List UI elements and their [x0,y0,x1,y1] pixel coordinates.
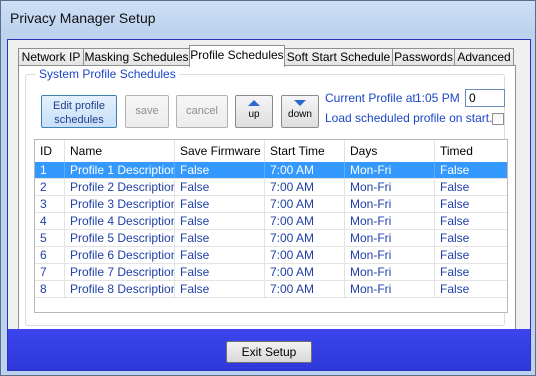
column-header-start-time[interactable]: Start Time [265,140,345,162]
cell-name: Profile 4 Description [65,213,175,229]
cell-days: Mon-Fri [345,281,435,297]
cell-id: 5 [35,230,65,246]
tab-profile-schedules[interactable]: Profile Schedules [189,45,285,67]
window-frame: Network IP Masking Schedules Profile Sch… [7,39,531,371]
cell-name: Profile 2 Description [65,179,175,195]
arrow-down-icon [294,100,306,106]
setup-window: Privacy Manager Setup Network IP Masking… [0,0,536,376]
cell-timed: False [440,197,470,211]
arrow-up-icon [248,100,260,106]
cell-timed: False [440,248,470,262]
cell-days: Mon-Fri [345,196,435,212]
cell-start-time: 7:00 AM [265,230,345,246]
cell-timed: False [440,180,470,194]
cell-save-firmware: False [175,213,265,229]
cancel-button[interactable]: cancel [176,95,228,128]
cell-start-time: 7:00 AM [265,247,345,263]
cell-start-time: 7:00 AM [265,162,345,178]
cell-name: Profile 6 Description [65,247,175,263]
tab-passwords[interactable]: Passwords [392,48,455,65]
cell-save-firmware: False [175,281,265,297]
cell-timed: False [440,214,470,228]
cell-timed: False [440,163,470,177]
profile-schedules-grid[interactable]: ID Name Save Firmware Start Time Days Ti… [34,139,508,313]
cell-start-time: 7:00 AM [265,196,345,212]
down-label: down [288,109,312,120]
cell-days: Mon-Fri [345,179,435,195]
column-header-name[interactable]: Name [65,140,175,162]
cell-save-firmware: False [175,264,265,280]
cell-start-time: 7:00 AM [265,179,345,195]
current-profile-label: Current Profile at [325,91,416,105]
up-label: up [248,109,260,120]
cell-start-time: 7:00 AM [265,213,345,229]
tab-advanced[interactable]: Advanced [454,48,514,65]
cell-days: Mon-Fri [345,264,435,280]
load-on-start-checkbox[interactable] [492,113,504,125]
exit-setup-button[interactable]: Exit Setup [226,341,312,363]
cell-name: Profile 7 Description [65,264,175,280]
column-header-id[interactable]: ID [35,140,65,162]
cell-id: 7 [35,264,65,280]
cell-start-time: 7:00 AM [265,281,345,297]
cell-id: 6 [35,247,65,263]
edit-button-label-line2: schedules [54,114,104,126]
cell-save-firmware: False [175,230,265,246]
table-row[interactable]: 1 Profile 1 Description False 7:00 AM Mon-Fr… [35,162,507,179]
window-title: Privacy Manager Setup [10,10,156,26]
grid-header: ID Name Save Firmware Start Time Days Ti… [35,140,507,163]
column-header-days[interactable]: Days [345,140,435,162]
cell-name: Profile 5 Description [65,230,175,246]
cell-save-firmware: False [175,196,265,212]
title-bar[interactable]: Privacy Manager Setup [1,1,535,41]
table-row[interactable]: 5 Profile 5 Description False 7:00 AM Mon-Fr… [35,230,507,247]
cell-timed: False [440,282,470,296]
current-profile-field[interactable] [465,89,505,107]
cell-save-firmware: False [175,162,265,178]
edit-profile-schedules-button[interactable]: Edit profile schedules [41,95,117,128]
tab-strip: Network IP Masking Schedules Profile Sch… [18,45,518,67]
cell-save-firmware: False [175,179,265,195]
column-header-timed[interactable]: Timed [435,140,507,162]
move-up-button[interactable]: up [235,95,273,128]
current-profile-time: 1:05 PM [415,91,460,105]
cell-name: Profile 3 Description [65,196,175,212]
cell-id: 3 [35,196,65,212]
column-header-save-firmware[interactable]: Save Firmware [175,140,265,162]
cell-days: Mon-Fri [345,247,435,263]
tab-soft-start-schedule[interactable]: Soft Start Schedule [284,48,393,65]
load-on-start-label: Load scheduled profile on start. [325,111,493,125]
cell-id: 1 [35,162,65,178]
tab-masking-schedules[interactable]: Masking Schedules [83,48,190,65]
table-row[interactable]: 6 Profile 6 Description False 7:00 AM Mon-Fr… [35,247,507,264]
table-row[interactable]: 3 Profile 3 Description False 7:00 AM Mon-Fr… [35,196,507,213]
move-down-button[interactable]: down [281,95,319,128]
cell-name: Profile 1 Description [65,162,175,178]
cell-save-firmware: False [175,247,265,263]
group-label: System Profile Schedules [36,67,179,81]
cell-days: Mon-Fri [345,162,435,178]
client-area: Network IP Masking Schedules Profile Sch… [8,40,530,370]
cell-start-time: 7:00 AM [265,264,345,280]
cell-id: 2 [35,179,65,195]
table-row[interactable]: 2 Profile 2 Description False 7:00 AM Mon-Fr… [35,179,507,196]
table-row[interactable]: 4 Profile 4 Description False 7:00 AM Mon-Fr… [35,213,507,230]
table-row[interactable]: 8 Profile 8 Description False 7:00 AM Mon-Fr… [35,281,507,298]
cell-timed: False [440,265,470,279]
tab-network-ip[interactable]: Network IP [18,48,84,65]
cell-days: Mon-Fri [345,230,435,246]
cell-timed: False [440,231,470,245]
cell-id: 8 [35,281,65,297]
cell-name: Profile 8 Description [65,281,175,297]
save-button[interactable]: save [125,95,169,128]
edit-button-label-line1: Edit profile [53,100,105,112]
table-row[interactable]: 7 Profile 7 Description False 7:00 AM Mon-Fr… [35,264,507,281]
cell-days: Mon-Fri [345,213,435,229]
cell-id: 4 [35,213,65,229]
